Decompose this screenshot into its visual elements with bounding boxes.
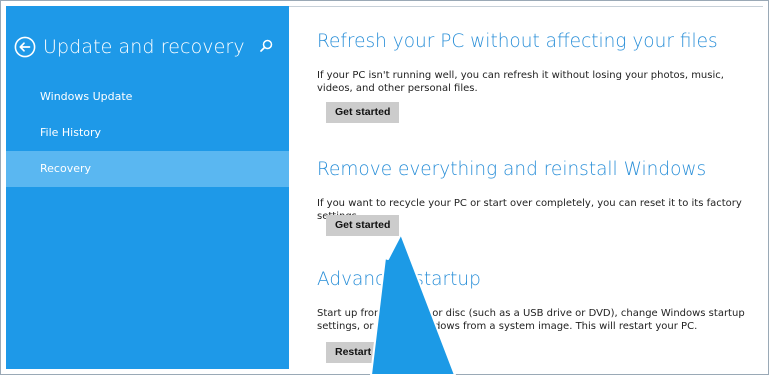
search-icon[interactable] [258, 38, 274, 54]
remove-section-title: Remove everything and reinstall Windows [317, 159, 707, 180]
sidebar-item-file-history[interactable]: File History [6, 115, 289, 151]
sidebar-header: Update and recovery [14, 32, 245, 62]
sidebar-item-label: File History [40, 126, 102, 139]
refresh-get-started-button[interactable]: Get started [326, 102, 400, 123]
content-pane: Refresh your PC without affecting your f… [289, 6, 763, 369]
sidebar: Update and recovery Windows Update File … [6, 6, 289, 369]
refresh-section-description: If your PC isn't running well, you can r… [317, 70, 724, 94]
sidebar-title: Update and recovery [43, 36, 245, 58]
advanced-startup-description: Start up from a device or disc (such as … [317, 308, 745, 332]
sidebar-item-recovery[interactable]: Recovery [6, 151, 289, 187]
back-arrow-circle-icon[interactable] [14, 36, 36, 58]
sidebar-item-windows-update[interactable]: Windows Update [6, 79, 289, 115]
refresh-section-title: Refresh your PC without affecting your f… [317, 31, 718, 52]
restart-now-button[interactable]: Restart now [326, 342, 405, 363]
remove-get-started-button[interactable]: Get started [326, 215, 400, 236]
sidebar-item-label: Windows Update [40, 90, 133, 103]
sidebar-item-label: Recovery [40, 162, 92, 175]
advanced-startup-title: Advanced startup [317, 269, 481, 290]
